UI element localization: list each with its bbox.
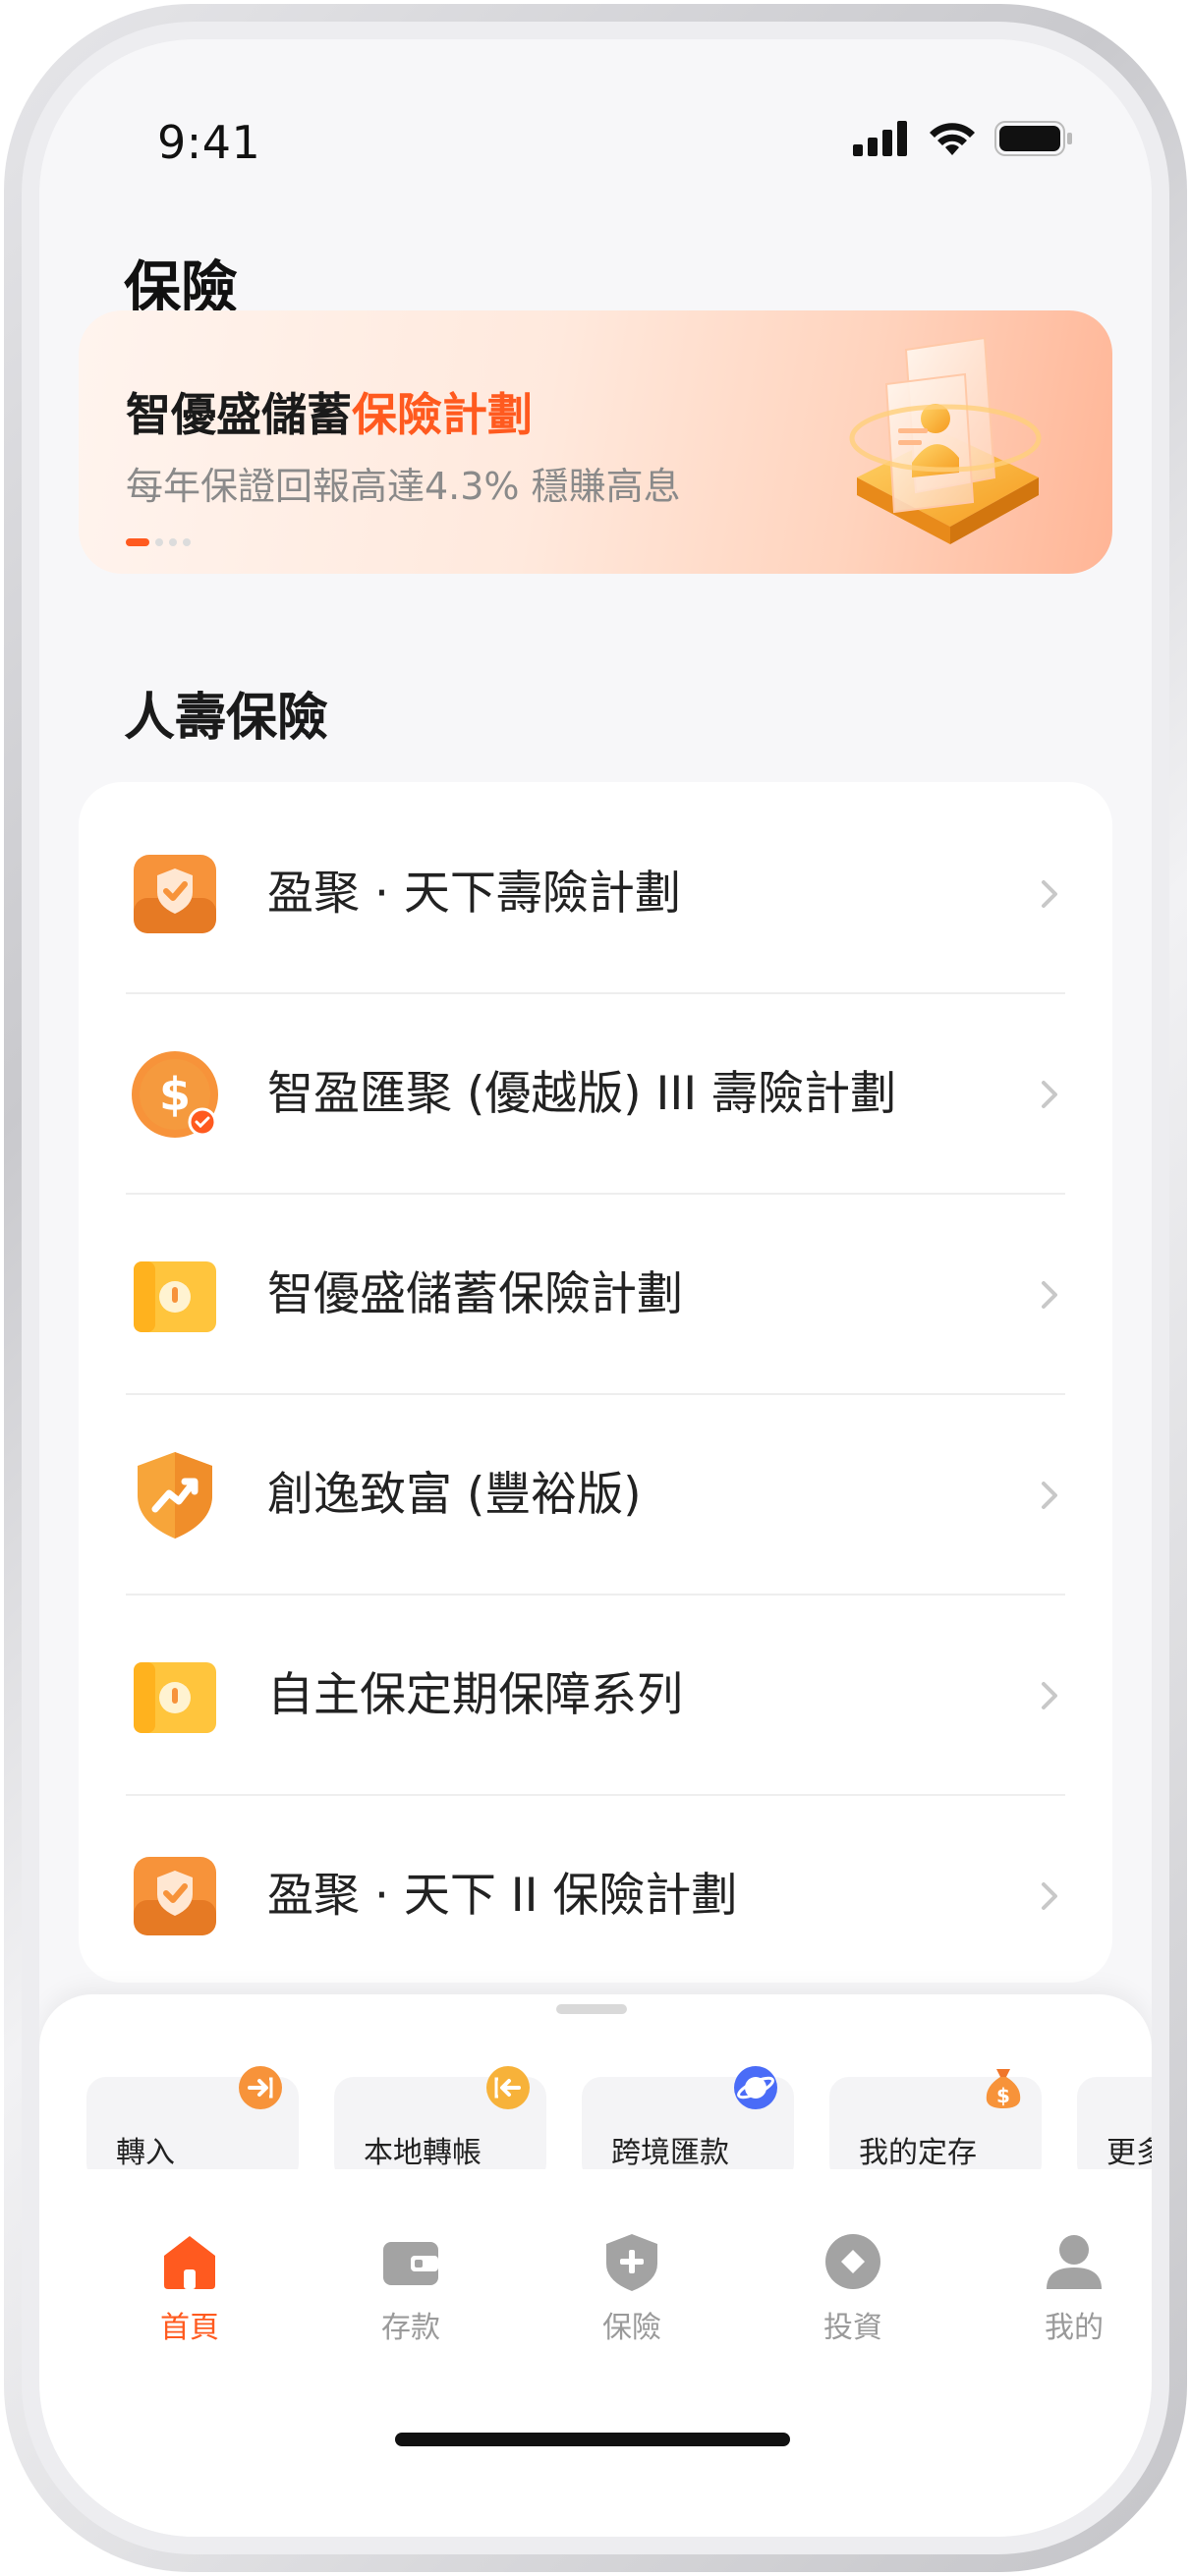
list-item[interactable]: 盈聚 · 天下壽險計劃 [79, 794, 1112, 994]
list-item-label: 創逸致富 (豐裕版) [267, 1468, 642, 1522]
svg-text:$: $ [159, 1068, 191, 1121]
list-item[interactable]: 自主保定期保障系列 [79, 1596, 1112, 1796]
safe-box-icon [134, 1662, 216, 1733]
wallet-icon [383, 2242, 438, 2285]
shortcut-label: 更多 [1106, 2136, 1152, 2169]
cellular-signal-icon [853, 121, 907, 156]
status-icons [853, 120, 1073, 157]
banner-title-highlight: 保險計劃 [352, 388, 533, 441]
shortcut-label: 轉入 [116, 2136, 175, 2169]
app-screen: 9:41 保險 智優盛儲蓄保險計劃 每年保證回報高達4.3% 穩賺高息 人壽保險… [39, 39, 1152, 2537]
bottom-sheet: 轉入 本地轉帳 跨境匯款 我的定存 $ 更多 首頁 存款 保險 投資 我的 [39, 1994, 1152, 2537]
battery-icon [994, 121, 1072, 156]
tab-label: 存款 [381, 2311, 440, 2345]
bottom-tab-bar: 首頁 存款 保險 投資 我的 [39, 2224, 1152, 2372]
home-indicator[interactable] [395, 2433, 790, 2446]
tab-deposit[interactable]: 存款 [337, 2224, 484, 2372]
list-item-label: 自主保定期保障系列 [267, 1668, 683, 1722]
carousel-dot [169, 538, 177, 546]
globe-icon [734, 2066, 777, 2109]
carousel-indicator [126, 538, 191, 546]
chevron-right-icon [1042, 1682, 1057, 1709]
life-insurance-list: 盈聚 · 天下壽險計劃 $ 智盈匯聚 (優越版) III 壽險計劃 智優盛儲蓄保… [79, 782, 1112, 1983]
carousel-dot [155, 538, 163, 546]
tab-home[interactable]: 首頁 [116, 2224, 263, 2372]
transfer-out-icon [486, 2066, 530, 2109]
banner-title: 智優盛儲蓄保險計劃 [126, 379, 533, 444]
chevron-right-icon [1042, 1882, 1057, 1910]
banner-subtitle: 每年保證回報高達4.3% 穩賺高息 [126, 465, 681, 508]
tab-label: 保險 [602, 2311, 661, 2345]
section-title-life-insurance: 人壽保險 [124, 689, 329, 748]
shortcut-local-transfer[interactable]: 本地轉帳 [334, 2066, 546, 2169]
list-item-label: 智優盛儲蓄保險計劃 [267, 1267, 683, 1321]
shortcut-cross-border-remittance[interactable]: 跨境匯款 [582, 2066, 794, 2169]
insurance-document-illustration [849, 336, 1042, 544]
chevron-right-icon [1042, 1081, 1057, 1108]
svg-text:$: $ [996, 2084, 1010, 2107]
wifi-icon [930, 123, 975, 155]
tab-label: 我的 [1045, 2311, 1104, 2345]
tab-profile[interactable]: 我的 [1000, 2224, 1148, 2372]
shortcut-label: 跨境匯款 [611, 2136, 729, 2169]
carousel-dot [183, 538, 191, 546]
user-icon [1047, 2235, 1102, 2289]
money-bag-icon: $ [986, 2069, 1021, 2108]
chevron-right-icon [1042, 880, 1057, 908]
chevron-right-icon [1042, 1281, 1057, 1309]
tab-label: 投資 [823, 2311, 882, 2345]
shield-tray-icon [134, 855, 216, 933]
shield-plus-icon [606, 2234, 657, 2291]
sheet-drag-handle[interactable] [556, 2004, 627, 2014]
tab-invest[interactable]: 投資 [779, 2224, 927, 2372]
list-item-label: 盈聚 · 天下壽險計劃 [267, 867, 681, 921]
promo-banner[interactable]: 智優盛儲蓄保險計劃 每年保證回報高達4.3% 穩賺高息 [79, 310, 1112, 574]
safe-box-icon [134, 1261, 216, 1332]
quick-actions-row[interactable]: 轉入 本地轉帳 跨境匯款 我的定存 $ 更多 [86, 2059, 1152, 2169]
chevron-right-icon [1042, 1482, 1057, 1509]
list-item[interactable]: 盈聚 · 天下 II 保險計劃 [79, 1796, 1112, 1996]
list-item[interactable]: $ 智盈匯聚 (優越版) III 壽險計劃 [79, 994, 1112, 1195]
shortcut-transfer-in[interactable]: 轉入 [86, 2066, 299, 2169]
list-item-label: 智盈匯聚 (優越版) III 壽險計劃 [267, 1067, 897, 1121]
shield-tray-icon [134, 1857, 216, 1935]
invest-icon [825, 2234, 880, 2289]
shortcut-label: 我的定存 [859, 2136, 977, 2169]
status-time: 9:41 [157, 116, 261, 169]
carousel-dot-active [126, 538, 149, 546]
banner-title-main: 智優盛儲蓄 [126, 388, 352, 441]
list-item[interactable]: 智優盛儲蓄保險計劃 [79, 1195, 1112, 1395]
tab-label: 首頁 [160, 2311, 219, 2345]
list-item-label: 盈聚 · 天下 II 保險計劃 [267, 1869, 738, 1923]
home-icon [164, 2236, 215, 2289]
shortcut-more[interactable]: 更多 [1077, 2077, 1152, 2169]
shortcut-my-deposit[interactable]: 我的定存 $ [829, 2069, 1042, 2169]
list-item[interactable]: 創逸致富 (豐裕版) [79, 1395, 1112, 1596]
dollar-coin-icon: $ [132, 1051, 218, 1138]
growth-shield-icon [138, 1452, 212, 1539]
tab-insurance[interactable]: 保險 [558, 2224, 706, 2372]
shortcut-label: 本地轉帳 [364, 2136, 482, 2169]
transfer-in-icon [239, 2066, 282, 2109]
